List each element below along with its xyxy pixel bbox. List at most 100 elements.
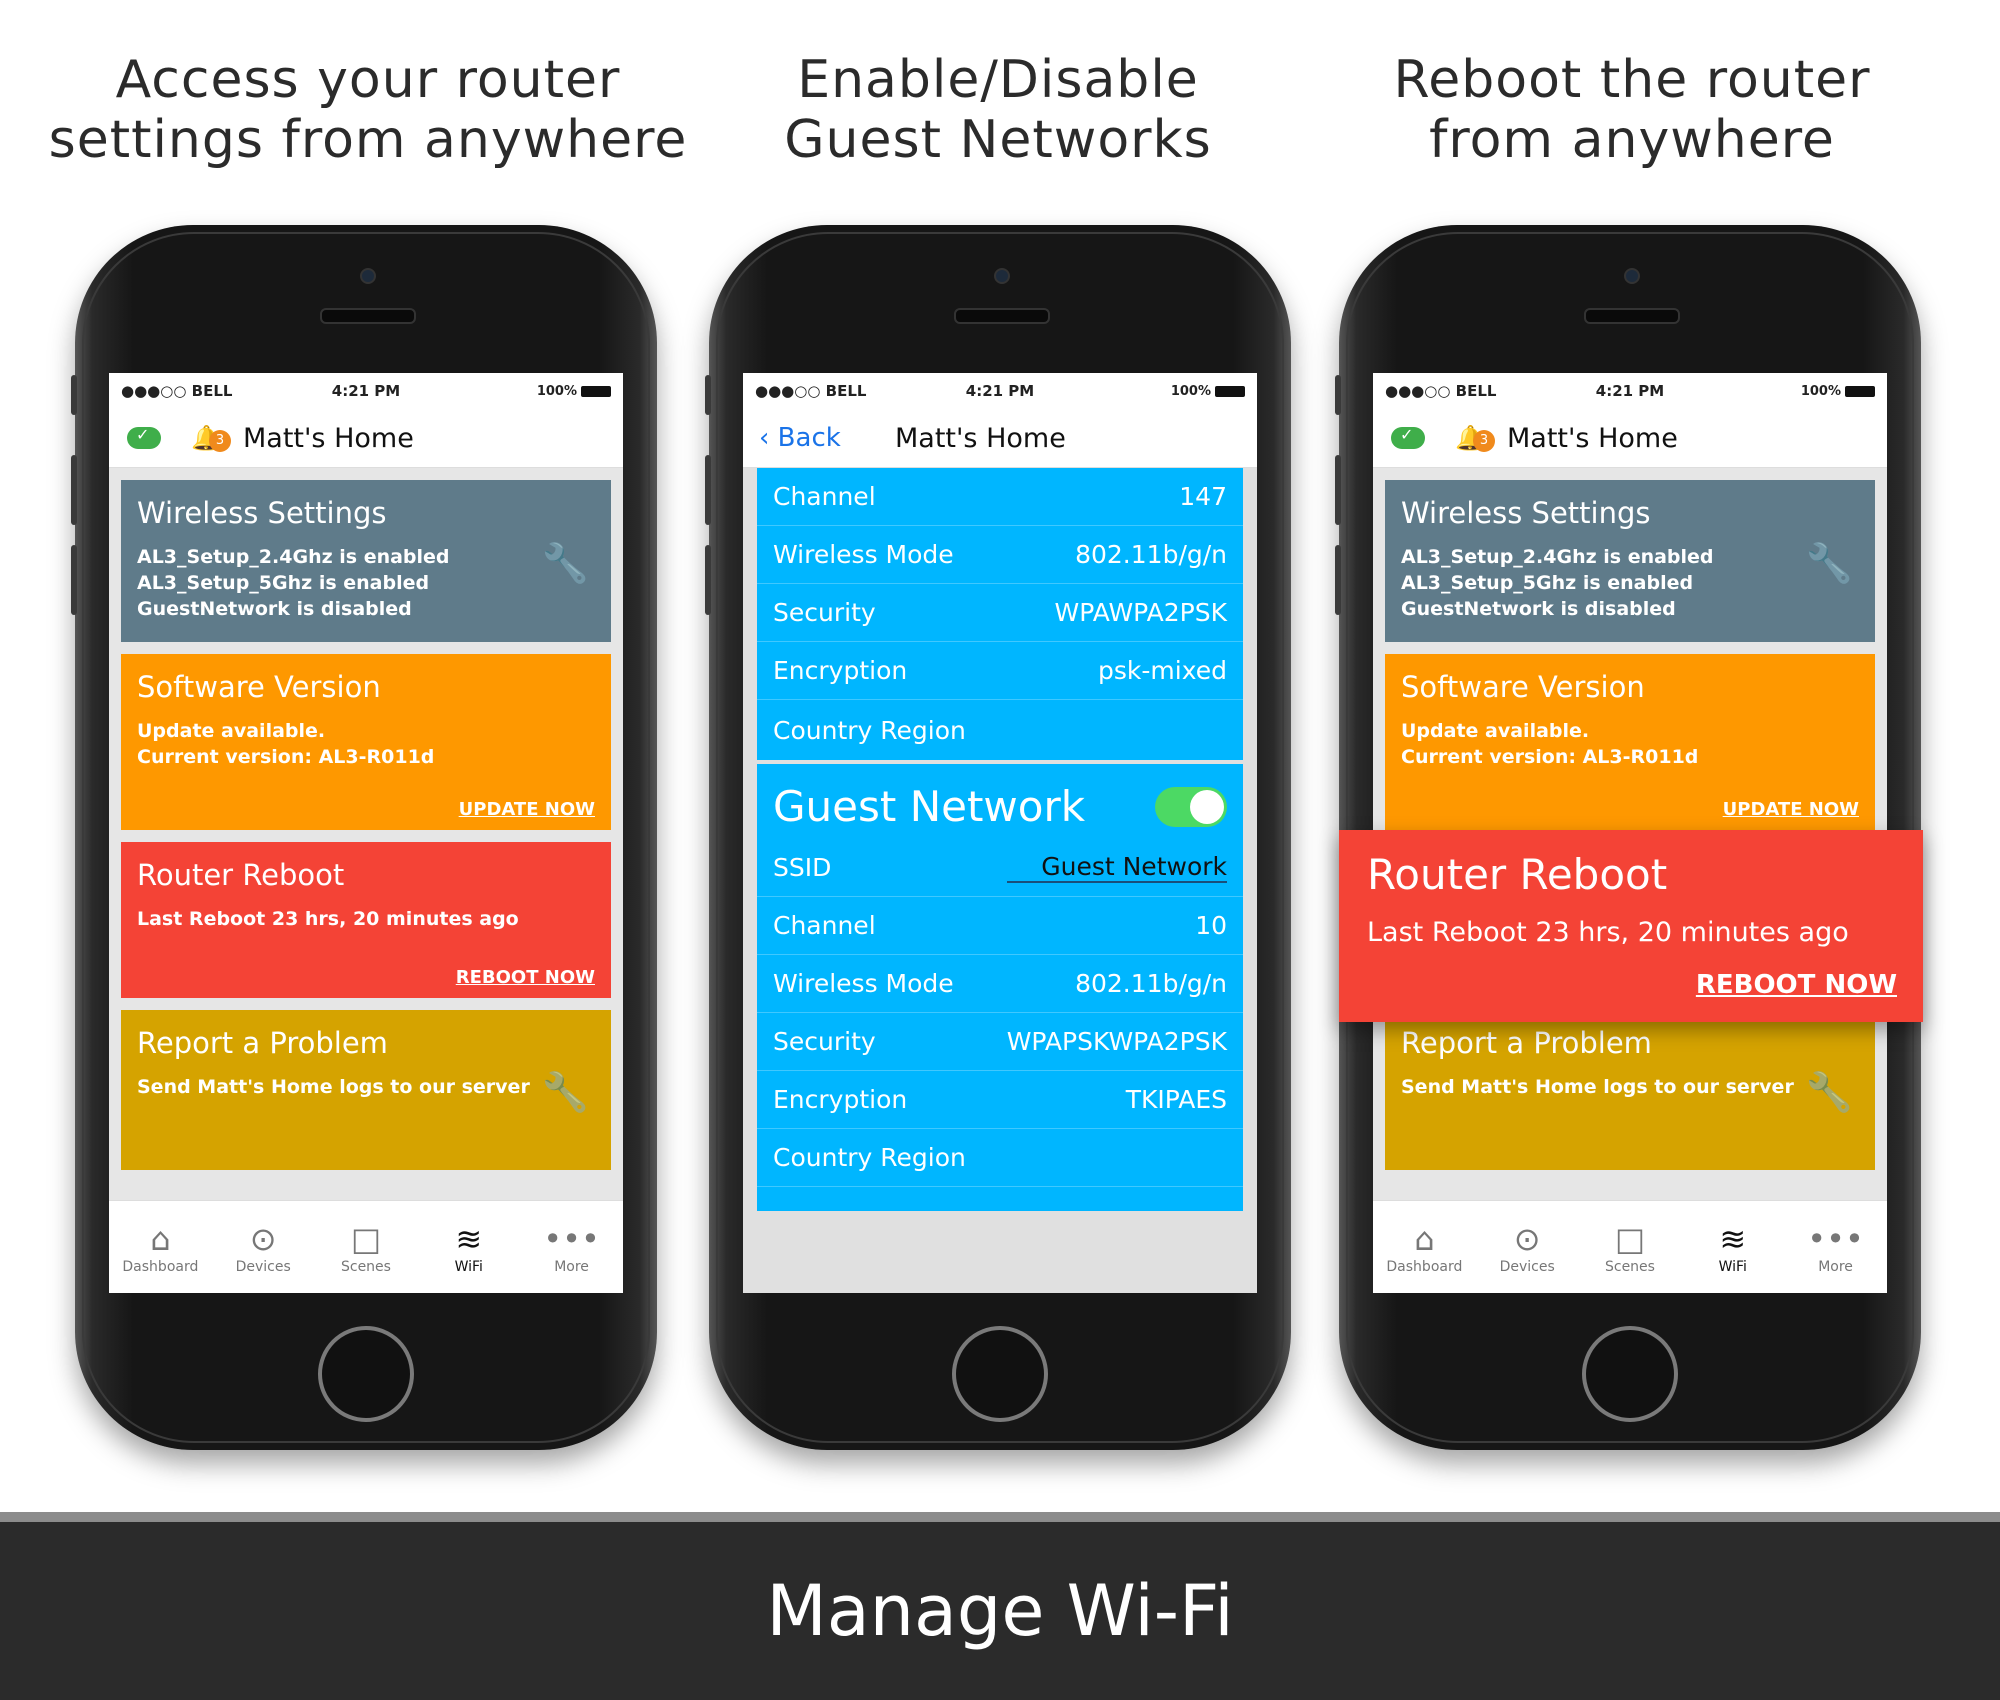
tab-devices[interactable]: ⊙ Devices (218, 1219, 308, 1275)
guest-row-wireless-mode: Wireless Mode 802.11b/g/n (757, 955, 1243, 1013)
row-label: Country Region (773, 715, 966, 745)
card-title: Wireless Settings (1401, 496, 1651, 530)
tab-scenes[interactable]: □ Scenes (321, 1219, 411, 1275)
guest-row-channel: Channel 10 (757, 897, 1243, 955)
tab-devices[interactable]: ⊙ Devices (1482, 1219, 1572, 1275)
tab-label: Devices (235, 1259, 291, 1275)
tab-wifi[interactable]: ≋ WiFi (424, 1219, 514, 1275)
tab-label: Dashboard (122, 1259, 199, 1275)
nav-bar: 🔔3 Matt's Home (1373, 409, 1887, 468)
side-button (705, 375, 711, 415)
row-value: 802.11b/g/n (1075, 969, 1227, 998)
status-bar: ●●●○○ BELL 4:21 PM 100% (743, 373, 1257, 409)
wrench-icon[interactable]: 🔧 (542, 1070, 589, 1115)
alert-bell-icon[interactable]: 🔔 3 (191, 424, 231, 452)
card-line: Send Matt's Home logs to our server (1401, 1076, 1794, 1098)
back-label: Back (777, 423, 841, 453)
wrench-icon[interactable]: 🔧 (542, 541, 589, 586)
row-label: Wireless Mode (773, 540, 954, 569)
reboot-now-link[interactable]: REBOOT NOW (1696, 970, 1897, 1000)
side-button (71, 455, 77, 525)
wireless-settings-card[interactable]: Wireless Settings AL3_Setup_2.4Ghz is en… (121, 480, 611, 642)
camera-icon (360, 268, 376, 284)
camera-icon (994, 268, 1010, 284)
more-icon: ••• (1807, 1220, 1864, 1258)
tab-dashboard[interactable]: ⌂ Dashboard (1379, 1219, 1469, 1275)
card-title: Wireless Settings (137, 496, 387, 530)
reboot-now-link[interactable]: REBOOT NOW (456, 967, 595, 988)
wrench-icon[interactable]: 🔧 (1806, 541, 1853, 586)
home-button[interactable] (1582, 1326, 1678, 1422)
row-label: Security (773, 598, 876, 627)
wifi-icon: ≋ (455, 1220, 483, 1258)
status-time: 4:21 PM (1595, 382, 1665, 400)
speaker-grille (1584, 308, 1680, 324)
cloud-status-icon[interactable] (1391, 425, 1425, 449)
row-value: WPAPSKWPA2PSK (1006, 1027, 1227, 1056)
tab-wifi[interactable]: ≋ WiFi (1688, 1219, 1778, 1275)
guest-row-security: Security WPAPSKWPA2PSK (757, 1013, 1243, 1071)
row-label: Wireless Mode (773, 969, 954, 998)
report-problem-card[interactable]: Report a Problem Send Matt's Home logs t… (121, 1010, 611, 1170)
nav-bar: ‹ Back Matt's Home (743, 409, 1257, 468)
headline-line: Enable/Disable (797, 50, 1199, 110)
scenes-icon: □ (350, 1220, 382, 1258)
wireless-settings-card[interactable]: Wireless Settings AL3_Setup_2.4Ghz is en… (1385, 480, 1875, 642)
card-line: GuestNetwork is disabled (137, 598, 412, 620)
update-now-link[interactable]: UPDATE NOW (459, 799, 595, 820)
ssid-input[interactable]: Guest Network (1007, 852, 1227, 883)
headline-line: settings from anywhere (48, 110, 688, 170)
home-icon: ⌂ (1414, 1220, 1435, 1258)
guest-network-panel: Guest Network SSID Guest Network Channel… (757, 764, 1243, 1211)
home-icon: ⌂ (150, 1220, 171, 1258)
tab-label: More (1818, 1259, 1853, 1275)
side-button (705, 455, 711, 525)
guest-network-title: Guest Network (773, 782, 1086, 831)
guest-network-header: Guest Network (757, 764, 1243, 839)
row-value: TKIPAES (1125, 1085, 1227, 1114)
headline-middle: Enable/Disable Guest Networks (678, 50, 1318, 170)
row-label: Country Region (773, 1143, 966, 1172)
detail-row-wireless-mode: Wireless Mode 802.11b/g/n (757, 526, 1243, 584)
card-title: Router Reboot (137, 858, 345, 892)
card-line: AL3_Setup_2.4Ghz is enabled (1401, 546, 1714, 568)
nav-bar: 🔔3 Matt's Home (109, 409, 623, 468)
tab-dashboard[interactable]: ⌂ Dashboard (115, 1219, 205, 1275)
phone-middle: ●●●○○ BELL 4:21 PM 100% ‹ Back Matt's Ho… (705, 225, 1291, 1450)
back-button[interactable]: ‹ Back (759, 423, 879, 453)
tab-label: Scenes (1604, 1259, 1655, 1275)
wrench-icon[interactable]: 🔧 (1806, 1070, 1853, 1115)
alert-bell-icon[interactable]: 🔔 3 (1455, 424, 1495, 452)
row-value: 802.11b/g/n (1075, 540, 1227, 569)
page-title: Matt's Home (1507, 422, 1678, 454)
headline-line: Reboot the router (1393, 50, 1871, 110)
report-problem-card[interactable]: Report a Problem Send Matt's Home logs t… (1385, 1010, 1875, 1170)
update-now-link[interactable]: UPDATE NOW (1723, 799, 1859, 820)
detail-row-security: Security WPAWPA2PSK (757, 584, 1243, 642)
side-button (71, 375, 77, 415)
home-button[interactable] (952, 1326, 1048, 1422)
cloud-status-icon[interactable] (127, 425, 161, 449)
side-button (1335, 545, 1341, 615)
router-reboot-card: Router Reboot Last Reboot 23 hrs, 20 min… (121, 842, 611, 998)
tab-more[interactable]: ••• More (527, 1219, 617, 1275)
tab-more[interactable]: ••• More (1791, 1219, 1881, 1275)
card-line: Send Matt's Home logs to our server (137, 1076, 530, 1098)
alert-badge: 3 (209, 430, 231, 452)
row-label: SSID (773, 853, 832, 882)
popout-title: Router Reboot (1367, 850, 1668, 899)
home-button[interactable] (318, 1326, 414, 1422)
guest-network-toggle[interactable] (1155, 786, 1227, 827)
tab-scenes[interactable]: □ Scenes (1585, 1219, 1675, 1275)
tab-bar: ⌂ Dashboard ⊙ Devices □ Scenes ≋ WiFi ••• Mor… (109, 1200, 623, 1293)
card-line: Last Reboot 23 hrs, 20 minutes ago (137, 908, 519, 930)
wireless-details-panel: Channel 147 Wireless Mode 802.11b/g/n Secu… (757, 468, 1243, 760)
wifi-icon: ≋ (1719, 1220, 1747, 1258)
footer-banner: Manage Wi-Fi (0, 1522, 2000, 1700)
row-value: 147 (1179, 482, 1227, 511)
guest-row-country-region: Country Region (757, 1129, 1243, 1187)
row-value: 10 (1195, 911, 1227, 940)
tab-label: WiFi (454, 1259, 483, 1275)
speaker-grille (954, 308, 1050, 324)
row-label: Encryption (773, 1085, 908, 1114)
